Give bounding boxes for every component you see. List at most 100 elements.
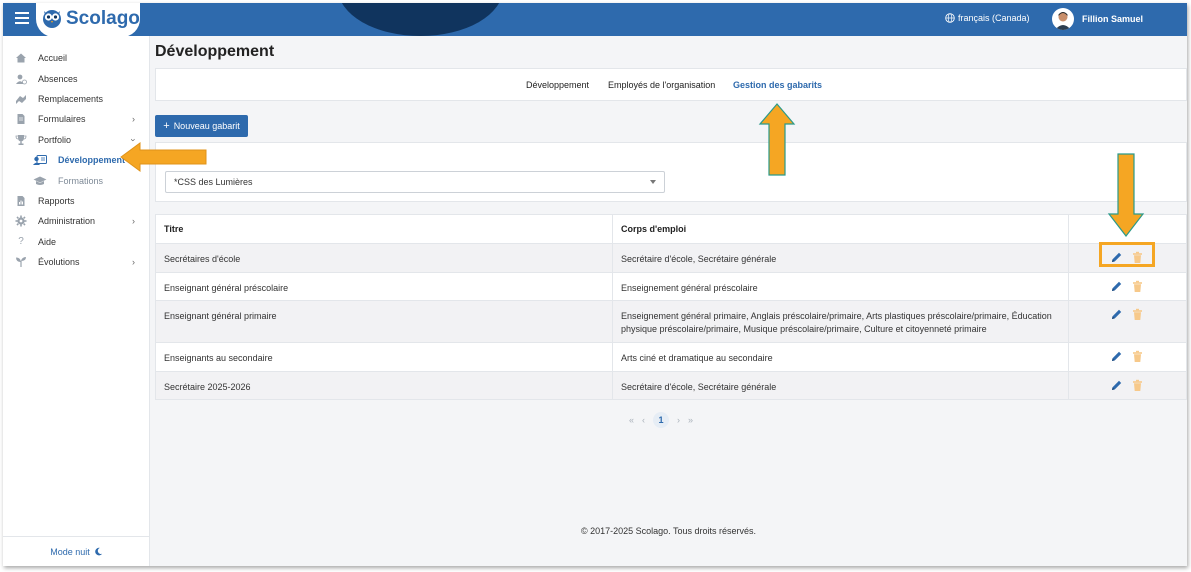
table-row: Enseignants au secondaire Arts ciné et d… (156, 342, 1186, 371)
main-content: Développement Développement Employés de … (150, 36, 1187, 566)
top-bar: Scolago français (Canada) Fillion Samuel (3, 3, 1187, 36)
sidebar-item-absences[interactable]: Absences (3, 68, 149, 88)
annotation-arrow-down-icon (1107, 153, 1145, 237)
mode-nuit-toggle[interactable]: Mode nuit (3, 536, 150, 566)
cell-titre: Secrétaires d'école (156, 244, 613, 272)
cell-corps: Arts ciné et dramatique au secondaire (613, 343, 1069, 371)
tab-gestion-gabarits[interactable]: Gestion des gabarits (733, 80, 822, 90)
tab-employes[interactable]: Employés de l'organisation (608, 80, 715, 90)
last-page-icon[interactable]: » (688, 415, 693, 425)
gear-icon (15, 215, 27, 227)
user-clock-icon (16, 74, 27, 84)
cell-actions (1069, 273, 1186, 300)
cell-titre: Enseignant général primaire (156, 301, 613, 342)
organization-select-value: *CSS des Lumières (174, 177, 253, 187)
report-icon (17, 195, 25, 206)
id-card-icon (33, 155, 47, 166)
swap-icon (16, 94, 26, 104)
globe-icon (945, 13, 955, 23)
sidebar-item-rapports[interactable]: Rapports (3, 191, 149, 211)
trash-icon[interactable] (1131, 350, 1144, 363)
sidebar-item-label: Portfolio (38, 134, 72, 145)
organization-select[interactable]: *CSS des Lumières (165, 171, 665, 193)
templates-table: Titre Corps d'emploi Secrétaires d'école… (155, 214, 1187, 400)
trash-icon[interactable] (1131, 308, 1144, 321)
header-decoration (338, 3, 503, 36)
menu-icon[interactable] (15, 12, 29, 24)
pencil-icon[interactable] (1110, 379, 1123, 392)
new-template-label: Nouveau gabarit (173, 121, 240, 131)
row-actions (1110, 379, 1144, 392)
sidebar-item-label: Remplacements (38, 93, 104, 104)
home-icon (16, 53, 26, 63)
sidebar-item-label: Rapports (38, 195, 75, 206)
sidebar-item-label: Évolutions (38, 257, 80, 268)
owl-logo-icon (43, 10, 61, 28)
next-page-icon[interactable]: › (677, 415, 680, 425)
mode-nuit-label: Mode nuit (50, 546, 90, 557)
table-row: Secrétaires d'école Secrétaire d'école, … (156, 243, 1186, 272)
user-menu[interactable]: Fillion Samuel (1052, 8, 1143, 30)
column-header-titre[interactable]: Titre (156, 215, 613, 243)
sidebar-item-label: Administration (38, 216, 96, 227)
annotation-highlight-box (1099, 242, 1155, 267)
row-actions (1110, 350, 1144, 363)
tabs-bar: Développement Employés de l'organisation… (155, 68, 1187, 101)
sidebar: Accueil Absences Remplacements Formulair… (3, 36, 150, 566)
footer-copyright: © 2017-2025 Scolago. Tous droits réservé… (580, 526, 757, 536)
cell-actions (1069, 343, 1186, 371)
sidebar-item-label: Accueil (38, 53, 68, 64)
first-page-icon[interactable]: « (629, 415, 634, 425)
prev-page-icon[interactable]: ‹ (642, 415, 645, 425)
sidebar-item-label: Aide (38, 236, 57, 247)
document-icon (17, 114, 25, 125)
tab-developpement[interactable]: Développement (526, 80, 589, 90)
moon-icon (94, 547, 102, 556)
new-template-button[interactable]: + Nouveau gabarit (155, 115, 248, 137)
app-window: Scolago français (Canada) Fillion Samuel (3, 3, 1187, 566)
chevron-right-icon: › (132, 216, 135, 227)
cell-actions (1069, 301, 1186, 342)
sidebar-item-label: Formulaires (38, 114, 86, 125)
table-header: Titre Corps d'emploi (156, 215, 1186, 243)
chevron-right-icon: › (132, 256, 135, 267)
sidebar-item-administration[interactable]: Administration › (3, 211, 149, 231)
sidebar-item-evolutions[interactable]: Évolutions › (3, 252, 149, 272)
chevron-right-icon: › (132, 114, 135, 125)
pencil-icon[interactable] (1110, 280, 1123, 293)
pencil-icon[interactable] (1110, 308, 1123, 321)
cell-corps: Enseignement général primaire, Anglais p… (613, 301, 1069, 342)
caret-down-icon (650, 180, 656, 184)
table-row: Secrétaire 2025-2026 Secrétaire d'école,… (156, 371, 1186, 399)
logo-text[interactable]: Scolago (66, 8, 140, 30)
sprout-icon (16, 257, 26, 268)
table-row: Enseignant général primaire Enseignement… (156, 300, 1186, 342)
graduation-cap-icon (33, 176, 47, 185)
pagination: « ‹ 1 › » (629, 412, 693, 428)
pencil-icon[interactable] (1110, 350, 1123, 363)
language-selector[interactable]: français (Canada) (945, 13, 1030, 23)
sidebar-item-accueil[interactable]: Accueil (3, 48, 149, 68)
filter-card: on *CSS des Lumières (155, 142, 1187, 202)
cell-titre: Enseignant général préscolaire (156, 273, 613, 300)
row-actions (1110, 308, 1144, 321)
sidebar-item-aide[interactable]: ? Aide (3, 232, 149, 252)
trash-icon[interactable] (1131, 280, 1144, 293)
cell-titre: Enseignants au secondaire (156, 343, 613, 371)
cell-corps: Secrétaire d'école, Secrétaire générale (613, 244, 1069, 272)
table-row: Enseignant général préscolaire Enseignem… (156, 272, 1186, 300)
cell-actions (1069, 372, 1186, 399)
sidebar-item-label: Développement (58, 155, 126, 166)
current-page[interactable]: 1 (653, 412, 670, 428)
trash-icon[interactable] (1131, 379, 1144, 392)
sidebar-item-remplacements[interactable]: Remplacements (3, 89, 149, 109)
user-name: Fillion Samuel (1082, 14, 1144, 24)
cell-corps: Enseignement général préscolaire (613, 273, 1069, 300)
cell-titre: Secrétaire 2025-2026 (156, 372, 613, 399)
cell-corps: Secrétaire d'école, Secrétaire générale (613, 372, 1069, 399)
annotation-arrow-up-icon (758, 103, 796, 176)
sidebar-item-formulaires[interactable]: Formulaires › (3, 109, 149, 129)
language-label: français (Canada) (958, 13, 1030, 23)
column-header-corps[interactable]: Corps d'emploi (613, 215, 1069, 243)
trophy-icon (15, 134, 27, 145)
